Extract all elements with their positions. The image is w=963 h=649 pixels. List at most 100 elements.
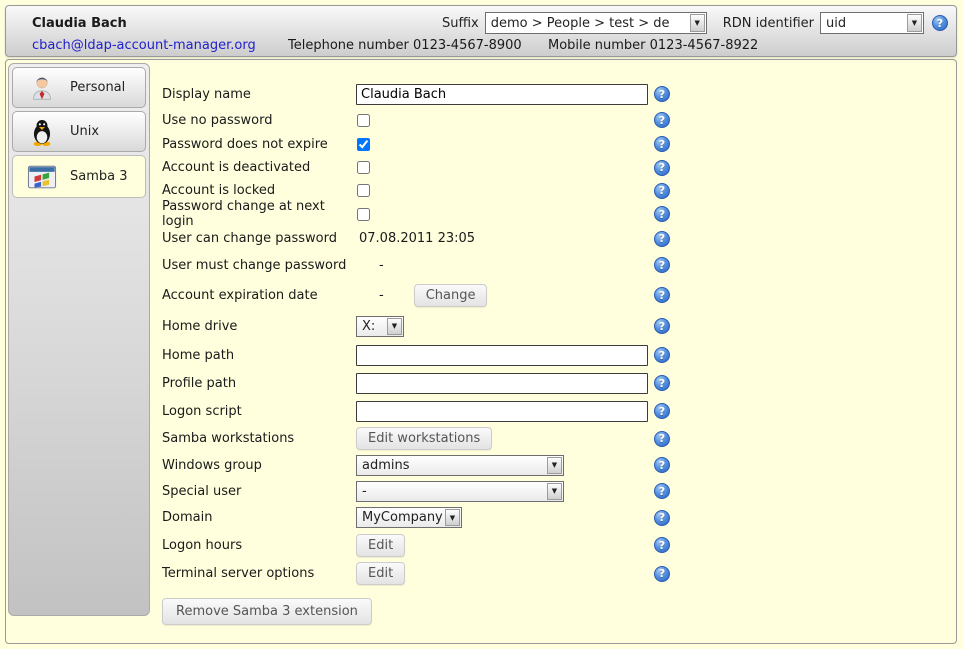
suffix-label: Suffix bbox=[442, 16, 479, 31]
account-deactivated-checkbox[interactable] bbox=[357, 161, 370, 174]
field-label: Use no password bbox=[162, 113, 356, 128]
help-icon[interactable]: ? bbox=[654, 183, 670, 199]
chevron-down-icon[interactable]: ▼ bbox=[387, 318, 402, 335]
chevron-down-icon[interactable]: ▼ bbox=[690, 14, 705, 32]
form-row-home-path: Home path ? bbox=[162, 341, 670, 369]
header-row-bottom: cbach@ldap-account-manager.org Telephone… bbox=[6, 35, 956, 55]
chevron-down-icon[interactable]: ▼ bbox=[547, 457, 562, 474]
help-icon[interactable]: ? bbox=[654, 160, 670, 176]
help-icon[interactable]: ? bbox=[654, 112, 670, 128]
form-row-profile-path: Profile path ? bbox=[162, 369, 670, 397]
field-label: Logon script bbox=[162, 404, 356, 419]
domain-select[interactable]: MyCompany ▼ bbox=[356, 507, 462, 528]
home-path-input[interactable] bbox=[356, 345, 648, 366]
help-icon[interactable]: ? bbox=[654, 510, 670, 526]
field-label: Windows group bbox=[162, 458, 356, 473]
help-icon[interactable]: ? bbox=[654, 566, 670, 582]
form-row-user-must-change-password: User must change password - ? bbox=[162, 251, 670, 279]
account-locked-checkbox[interactable] bbox=[357, 184, 370, 197]
profile-path-input[interactable] bbox=[356, 373, 648, 394]
help-icon[interactable]: ? bbox=[654, 257, 670, 273]
help-icon[interactable]: ? bbox=[654, 537, 670, 553]
mobile-number: Mobile number 0123-4567-8922 bbox=[548, 38, 758, 53]
field-label: Samba workstations bbox=[162, 431, 356, 446]
field-label: Logon hours bbox=[162, 538, 356, 553]
field-label: Account is locked bbox=[162, 183, 356, 198]
help-icon[interactable]: ? bbox=[654, 136, 670, 152]
domain-value: MyCompany bbox=[362, 510, 443, 525]
change-expiration-button[interactable]: Change bbox=[414, 284, 488, 307]
email-link[interactable]: cbach@ldap-account-manager.org bbox=[32, 38, 288, 53]
windows-icon bbox=[26, 161, 58, 193]
edit-terminal-server-button[interactable]: Edit bbox=[356, 562, 405, 585]
home-drive-select[interactable]: X: ▼ bbox=[356, 316, 404, 337]
header-row-top: Claudia Bach Suffix demo > People > test… bbox=[6, 6, 956, 34]
field-label: Password does not expire bbox=[162, 137, 356, 152]
tab-label: Unix bbox=[70, 124, 99, 139]
logon-script-input[interactable] bbox=[356, 401, 648, 422]
tab-label: Samba 3 bbox=[70, 169, 128, 184]
field-label: Password change at next login bbox=[162, 199, 356, 229]
user-must-change-password-value: - bbox=[356, 258, 384, 273]
help-icon[interactable]: ? bbox=[654, 483, 670, 499]
field-label: User must change password bbox=[162, 258, 356, 273]
remove-samba3-extension-button[interactable]: Remove Samba 3 extension bbox=[162, 598, 372, 625]
form-row-windows-group: Windows group admins ▼ ? bbox=[162, 452, 670, 478]
help-icon[interactable]: ? bbox=[654, 231, 670, 247]
windows-group-select[interactable]: admins ▼ bbox=[356, 455, 564, 476]
help-icon[interactable]: ? bbox=[654, 457, 670, 473]
rdn-identifier-select[interactable]: uid ▼ bbox=[820, 12, 924, 34]
password-change-next-login-checkbox[interactable] bbox=[357, 208, 370, 221]
help-icon[interactable]: ? bbox=[654, 318, 670, 334]
windows-group-value: admins bbox=[362, 458, 410, 473]
form-row-domain: Domain MyCompany ▼ ? bbox=[162, 504, 670, 531]
form-row-user-can-change-password: User can change password 07.08.2011 23:0… bbox=[162, 226, 670, 251]
suffix-select[interactable]: demo > People > test > de ▼ bbox=[485, 12, 707, 34]
form-row-logon-hours: Logon hours Edit ? bbox=[162, 531, 670, 559]
field-label: Account expiration date bbox=[162, 288, 356, 303]
form-row-account-deactivated: Account is deactivated ? bbox=[162, 156, 670, 179]
edit-logon-hours-button[interactable]: Edit bbox=[356, 534, 405, 557]
form-row-logon-script: Logon script ? bbox=[162, 397, 670, 425]
chevron-down-icon[interactable]: ▼ bbox=[547, 483, 562, 500]
tux-icon bbox=[26, 116, 58, 148]
user-name: Claudia Bach bbox=[32, 16, 127, 31]
header: Claudia Bach Suffix demo > People > test… bbox=[5, 5, 957, 57]
form-row-password-change-next-login: Password change at next login ? bbox=[162, 202, 670, 226]
telephone-number: Telephone number 0123-4567-8900 bbox=[288, 38, 548, 53]
help-icon[interactable]: ? bbox=[654, 287, 670, 303]
user-icon bbox=[26, 72, 58, 104]
lam-user-edit-page: Claudia Bach Suffix demo > People > test… bbox=[0, 0, 963, 649]
form-row-password-does-not-expire: Password does not expire ? bbox=[162, 132, 670, 156]
help-icon[interactable]: ? bbox=[654, 347, 670, 363]
samba3-form: Display name ? Use no password ? Passwor… bbox=[162, 80, 670, 625]
edit-workstations-button[interactable]: Edit workstations bbox=[356, 427, 492, 450]
chevron-down-icon[interactable]: ▼ bbox=[907, 14, 922, 32]
password-does-not-expire-checkbox[interactable] bbox=[357, 138, 370, 151]
tab-unix[interactable]: Unix bbox=[12, 111, 146, 152]
help-icon[interactable]: ? bbox=[932, 15, 948, 31]
help-icon[interactable]: ? bbox=[654, 375, 670, 391]
use-no-password-checkbox[interactable] bbox=[357, 114, 370, 127]
field-label: Domain bbox=[162, 510, 356, 525]
field-label: Profile path bbox=[162, 376, 356, 391]
account-expiration-value: - bbox=[356, 288, 384, 303]
form-row-samba-workstations: Samba workstations Edit workstations ? bbox=[162, 425, 670, 452]
tab-samba3[interactable]: Samba 3 bbox=[12, 155, 146, 198]
field-label: User can change password bbox=[162, 231, 356, 246]
field-label: Home drive bbox=[162, 319, 356, 334]
tab-sidebar: Personal Unix bbox=[8, 63, 150, 616]
form-row-terminal-server: Terminal server options Edit ? bbox=[162, 559, 670, 588]
tab-personal[interactable]: Personal bbox=[12, 67, 146, 108]
rdn-identifier-label: RDN identifier bbox=[723, 16, 814, 31]
help-icon[interactable]: ? bbox=[654, 403, 670, 419]
help-icon[interactable]: ? bbox=[654, 431, 670, 447]
rdn-select-value: uid bbox=[826, 16, 846, 31]
chevron-down-icon[interactable]: ▼ bbox=[445, 509, 460, 526]
special-user-select[interactable]: - ▼ bbox=[356, 481, 564, 502]
display-name-input[interactable] bbox=[356, 84, 648, 105]
help-icon[interactable]: ? bbox=[654, 206, 670, 222]
field-label: Display name bbox=[162, 87, 356, 102]
form-row-account-expiration: Account expiration date - Change ? bbox=[162, 279, 670, 311]
help-icon[interactable]: ? bbox=[654, 86, 670, 102]
